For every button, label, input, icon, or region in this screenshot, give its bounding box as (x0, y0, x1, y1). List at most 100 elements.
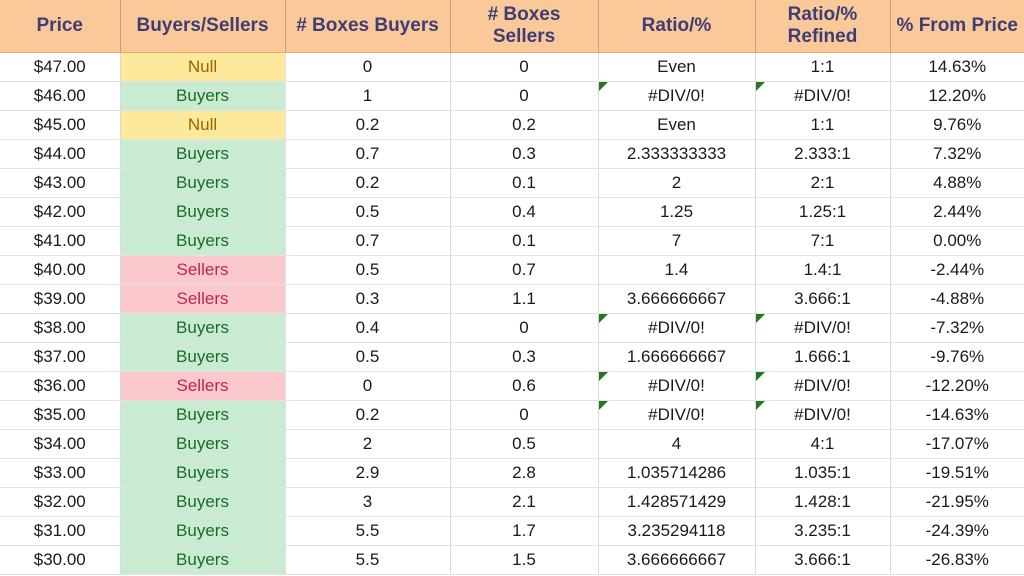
cell-percent-from-price[interactable]: -26.83% (890, 545, 1024, 575)
cell-ratio-refined[interactable]: #DIV/0! (755, 313, 891, 343)
cell-boxes-buyers[interactable]: 0 (285, 52, 451, 82)
cell-percent-from-price[interactable]: -24.39% (890, 516, 1024, 546)
cell-percent-from-price[interactable]: -12.20% (890, 371, 1024, 401)
cell-ratio[interactable]: Even (598, 52, 756, 82)
cell-ratio-refined[interactable]: 3.666:1 (755, 545, 891, 575)
cell-buyers-sellers[interactable]: Buyers (120, 168, 286, 198)
cell-percent-from-price[interactable]: 12.20% (890, 81, 1024, 111)
cell-boxes-buyers[interactable]: 5.5 (285, 516, 451, 546)
cell-percent-from-price[interactable]: 4.88% (890, 168, 1024, 198)
cell-percent-from-price[interactable]: 9.76% (890, 110, 1024, 140)
cell-ratio[interactable]: 1.428571429 (598, 487, 756, 517)
cell-price[interactable]: $42.00 (0, 197, 121, 227)
cell-ratio-refined[interactable]: 1.428:1 (755, 487, 891, 517)
cell-price[interactable]: $47.00 (0, 52, 121, 82)
cell-ratio[interactable]: 3.666666667 (598, 545, 756, 575)
cell-buyers-sellers[interactable]: Buyers (120, 487, 286, 517)
cell-percent-from-price[interactable]: 0.00% (890, 226, 1024, 256)
cell-buyers-sellers[interactable]: Buyers (120, 545, 286, 575)
cell-ratio[interactable]: 2.333333333 (598, 139, 756, 169)
cell-boxes-buyers[interactable]: 1 (285, 81, 451, 111)
cell-ratio-refined[interactable]: 2:1 (755, 168, 891, 198)
cell-buyers-sellers[interactable]: Buyers (120, 516, 286, 546)
cell-boxes-sellers[interactable]: 0 (450, 52, 599, 82)
column-header-price[interactable]: Price (0, 0, 121, 53)
cell-buyers-sellers[interactable]: Buyers (120, 429, 286, 459)
cell-percent-from-price[interactable]: 7.32% (890, 139, 1024, 169)
cell-boxes-sellers[interactable]: 0.6 (450, 371, 599, 401)
cell-ratio[interactable]: 4 (598, 429, 756, 459)
cell-price[interactable]: $35.00 (0, 400, 121, 430)
cell-percent-from-price[interactable]: -21.95% (890, 487, 1024, 517)
cell-buyers-sellers[interactable]: Buyers (120, 197, 286, 227)
cell-ratio-refined[interactable]: #DIV/0! (755, 81, 891, 111)
cell-buyers-sellers[interactable]: Sellers (120, 371, 286, 401)
column-header-boxes-buyers[interactable]: # Boxes Buyers (285, 0, 451, 53)
cell-ratio-refined[interactable]: 7:1 (755, 226, 891, 256)
cell-boxes-buyers[interactable]: 2 (285, 429, 451, 459)
column-header-ratio-refined[interactable]: Ratio/% Refined (755, 0, 891, 53)
cell-price[interactable]: $40.00 (0, 255, 121, 285)
cell-ratio[interactable]: 7 (598, 226, 756, 256)
cell-ratio[interactable]: 3.666666667 (598, 284, 756, 314)
cell-ratio[interactable]: 2 (598, 168, 756, 198)
cell-ratio-refined[interactable]: 1:1 (755, 110, 891, 140)
cell-percent-from-price[interactable]: -4.88% (890, 284, 1024, 314)
cell-boxes-sellers[interactable]: 0.3 (450, 139, 599, 169)
cell-price[interactable]: $45.00 (0, 110, 121, 140)
cell-ratio-refined[interactable]: 1.4:1 (755, 255, 891, 285)
cell-boxes-buyers[interactable]: 0.7 (285, 226, 451, 256)
cell-ratio-refined[interactable]: #DIV/0! (755, 371, 891, 401)
cell-boxes-buyers[interactable]: 3 (285, 487, 451, 517)
cell-boxes-buyers[interactable]: 2.9 (285, 458, 451, 488)
cell-price[interactable]: $38.00 (0, 313, 121, 343)
cell-boxes-sellers[interactable]: 0.1 (450, 226, 599, 256)
cell-boxes-buyers[interactable]: 0.5 (285, 255, 451, 285)
cell-percent-from-price[interactable]: -7.32% (890, 313, 1024, 343)
cell-ratio[interactable]: 1.25 (598, 197, 756, 227)
cell-ratio-refined[interactable]: 1.666:1 (755, 342, 891, 372)
cell-ratio[interactable]: #DIV/0! (598, 81, 756, 111)
cell-boxes-buyers[interactable]: 0.5 (285, 342, 451, 372)
cell-ratio-refined[interactable]: 2.333:1 (755, 139, 891, 169)
cell-price[interactable]: $33.00 (0, 458, 121, 488)
column-header-buyers-sellers[interactable]: Buyers/Sellers (120, 0, 286, 53)
cell-boxes-buyers[interactable]: 0.7 (285, 139, 451, 169)
cell-buyers-sellers[interactable]: Sellers (120, 284, 286, 314)
cell-price[interactable]: $44.00 (0, 139, 121, 169)
cell-percent-from-price[interactable]: 14.63% (890, 52, 1024, 82)
column-header-boxes-sellers[interactable]: # Boxes Sellers (450, 0, 599, 53)
cell-buyers-sellers[interactable]: Null (120, 52, 286, 82)
cell-boxes-sellers[interactable]: 0 (450, 81, 599, 111)
cell-boxes-buyers[interactable]: 0.2 (285, 400, 451, 430)
cell-percent-from-price[interactable]: 2.44% (890, 197, 1024, 227)
cell-ratio-refined[interactable]: 1.25:1 (755, 197, 891, 227)
cell-percent-from-price[interactable]: -19.51% (890, 458, 1024, 488)
cell-percent-from-price[interactable]: -2.44% (890, 255, 1024, 285)
cell-percent-from-price[interactable]: -9.76% (890, 342, 1024, 372)
cell-boxes-sellers[interactable]: 0.2 (450, 110, 599, 140)
cell-boxes-sellers[interactable]: 1.5 (450, 545, 599, 575)
cell-price[interactable]: $30.00 (0, 545, 121, 575)
cell-buyers-sellers[interactable]: Buyers (120, 342, 286, 372)
cell-price[interactable]: $32.00 (0, 487, 121, 517)
cell-ratio-refined[interactable]: #DIV/0! (755, 400, 891, 430)
column-header-ratio[interactable]: Ratio/% (598, 0, 756, 53)
cell-boxes-buyers[interactable]: 0 (285, 371, 451, 401)
cell-ratio[interactable]: #DIV/0! (598, 400, 756, 430)
cell-boxes-buyers[interactable]: 5.5 (285, 545, 451, 575)
cell-boxes-sellers[interactable]: 1.7 (450, 516, 599, 546)
cell-ratio[interactable]: #DIV/0! (598, 371, 756, 401)
cell-boxes-sellers[interactable]: 2.1 (450, 487, 599, 517)
cell-boxes-sellers[interactable]: 0.1 (450, 168, 599, 198)
cell-buyers-sellers[interactable]: Buyers (120, 139, 286, 169)
cell-ratio[interactable]: 1.4 (598, 255, 756, 285)
cell-price[interactable]: $46.00 (0, 81, 121, 111)
cell-boxes-buyers[interactable]: 0.5 (285, 197, 451, 227)
cell-buyers-sellers[interactable]: Buyers (120, 226, 286, 256)
cell-boxes-sellers[interactable]: 0 (450, 313, 599, 343)
column-header-percent-from-price[interactable]: % From Price (890, 0, 1024, 53)
cell-price[interactable]: $31.00 (0, 516, 121, 546)
cell-ratio-refined[interactable]: 3.666:1 (755, 284, 891, 314)
cell-ratio[interactable]: 1.666666667 (598, 342, 756, 372)
